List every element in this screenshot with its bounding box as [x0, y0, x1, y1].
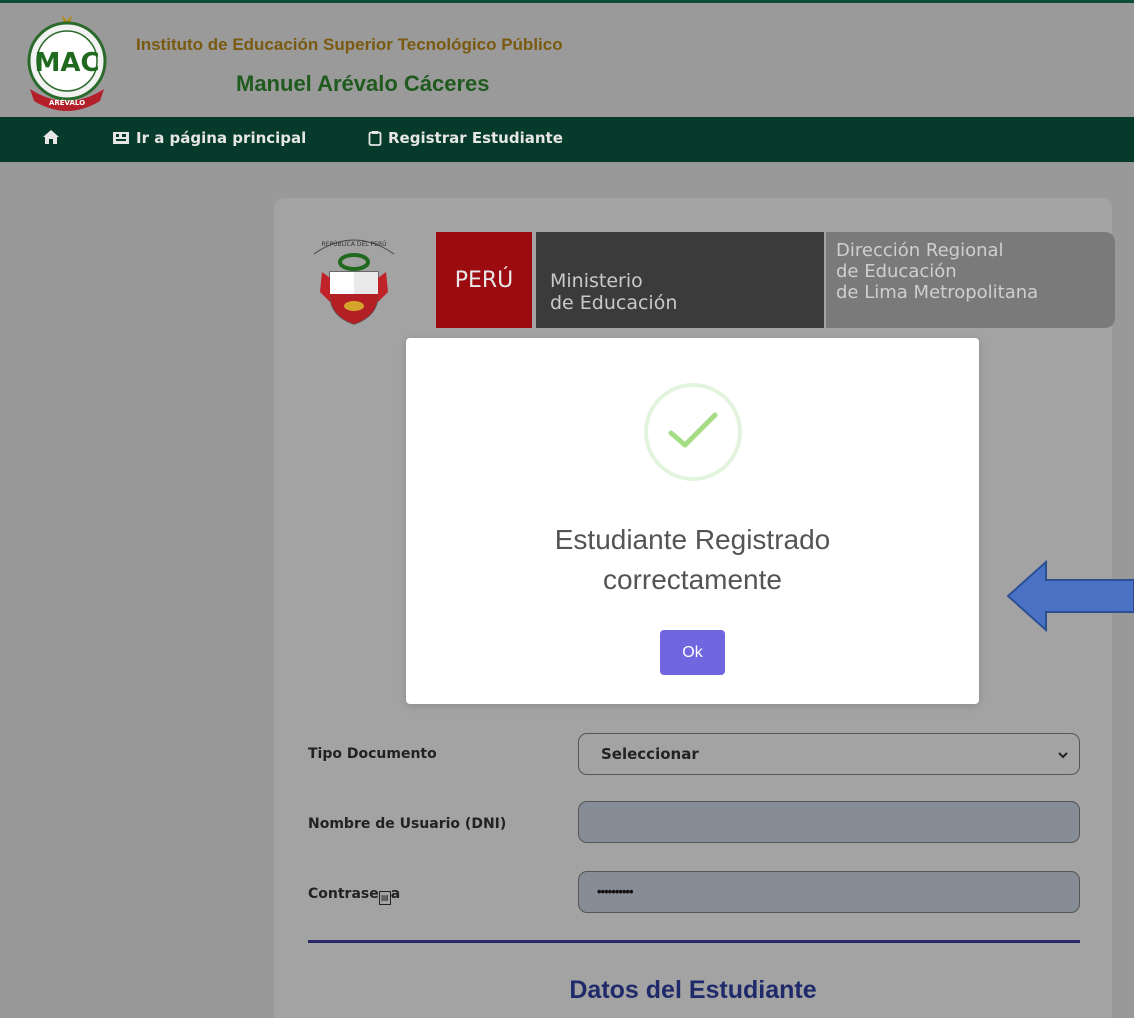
minedu-banner: REPÚBLICA DEL PERÚ PERÚ Ministerio de Ed… [308, 232, 1115, 328]
site-header: MAC ARÉVALO Instituto de Educación Super… [0, 3, 1134, 117]
password-input[interactable]: •••••••••• [578, 871, 1080, 913]
username-input[interactable] [578, 801, 1080, 843]
left-arrow-icon [1006, 559, 1134, 633]
clipboard-icon [368, 130, 382, 146]
chevron-down-icon [1057, 748, 1069, 760]
peru-coat-of-arms: REPÚBLICA DEL PERÚ [308, 232, 400, 328]
svg-text:ARÉVALO: ARÉVALO [49, 98, 85, 107]
ministry-label: Ministerio de Educación [536, 232, 824, 328]
password-value: •••••••••• [597, 884, 634, 899]
doc-type-value: Seleccionar [601, 745, 699, 763]
home-icon [42, 129, 60, 149]
drelm-line1: Dirección Regional [836, 240, 1004, 261]
success-dialog: Estudiante Registrado correctamente Ok [406, 338, 979, 704]
broken-glyph-icon: ▤ [378, 891, 391, 905]
nav-home[interactable] [42, 130, 62, 148]
ministry-line1: Ministerio [550, 270, 643, 292]
password-label-text: Contrase [308, 886, 379, 902]
section-divider [308, 940, 1080, 943]
password-label-tail: a [390, 886, 401, 902]
success-check-icon [644, 383, 742, 481]
svg-text:MAC: MAC [34, 48, 99, 78]
institute-name: Manuel Arévalo Cáceres [236, 71, 490, 96]
dialog-title-line2: correctamente [603, 564, 782, 595]
ministry-line2: de Educación [550, 292, 678, 314]
drelm-label: Dirección Regional de Educación de Lima … [826, 232, 1115, 328]
nav-register-label: Registrar Estudiante [388, 129, 563, 147]
username-label: Nombre de Usuario (DNI) [308, 816, 507, 832]
student-data-title: Datos del Estudiante [569, 976, 817, 1004]
peru-label: PERÚ [436, 232, 532, 328]
nav-main-page-label: Ir a página principal [136, 129, 307, 147]
map-icon [112, 130, 130, 146]
nav-register-student[interactable]: Registrar Estudiante [368, 129, 563, 147]
password-label: Contrase ▤ a [308, 886, 400, 905]
nav-main-page[interactable]: Ir a página principal [112, 129, 306, 147]
institute-type: Instituto de Educación Superior Tecnológ… [136, 35, 563, 54]
drelm-line2: de Educación [836, 261, 957, 282]
drelm-line3: de Lima Metropolitana [836, 282, 1039, 303]
main-navbar: Ir a página principal Registrar Estudian… [0, 117, 1134, 162]
institute-logo: MAC ARÉVALO [20, 13, 114, 113]
svg-text:REPÚBLICA DEL PERÚ: REPÚBLICA DEL PERÚ [321, 241, 386, 248]
dialog-title: Estudiante Registrado correctamente [406, 520, 979, 600]
dialog-title-line1: Estudiante Registrado [554, 524, 831, 555]
doc-type-label: Tipo Documento [308, 746, 437, 762]
ok-button[interactable]: Ok [660, 630, 725, 675]
doc-type-select[interactable]: Seleccionar [578, 733, 1080, 775]
